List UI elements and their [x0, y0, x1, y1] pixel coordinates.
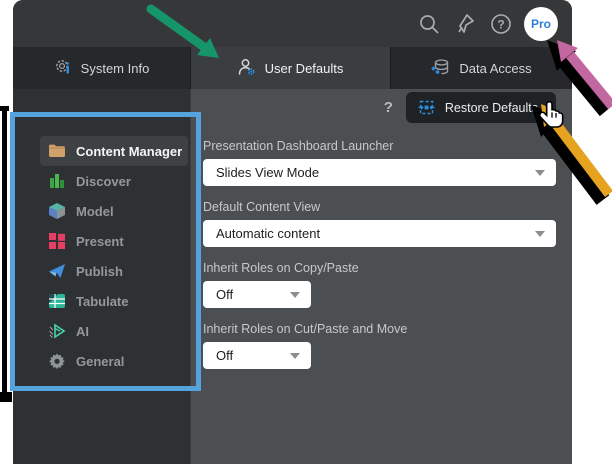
panel-toolbar: ? Restore Defaults [203, 92, 556, 123]
title-bar: ? Pro [13, 0, 572, 47]
tab-user-defaults[interactable]: User Defaults [190, 47, 390, 89]
sidebar-item-label: Publish [76, 264, 123, 279]
sidebar-item-label: Present [76, 234, 124, 249]
default-content-view-dropdown[interactable]: Automatic content [203, 220, 556, 247]
ai-icon [48, 322, 66, 340]
field-label: Inherit Roles on Cut/Paste and Move [203, 322, 556, 338]
sidebar-item-ai[interactable]: AI [40, 316, 188, 346]
sidebar-item-model[interactable]: Model [40, 196, 188, 226]
sidebar-item-tabulate[interactable]: Tabulate [40, 286, 188, 316]
tab-label: Data Access [459, 61, 531, 76]
folder-icon [48, 142, 66, 160]
sidebar-item-general[interactable]: General [40, 346, 188, 376]
grid-icon [48, 232, 66, 250]
sidebar-item-discover[interactable]: Discover [40, 166, 188, 196]
bar-chart-icon [48, 172, 66, 190]
inherit-roles-cut-paste-dropdown[interactable]: Off [203, 342, 311, 369]
dropdown-value: Off [216, 348, 233, 363]
sidebar-item-label: General [76, 354, 124, 369]
tab-system-info[interactable]: System Info [13, 47, 190, 89]
field-label: Default Content View [203, 200, 556, 216]
gear-info-icon [54, 58, 72, 79]
help-icon[interactable]: ? [488, 11, 513, 36]
settings-tab-bar: System Info User Defaults [13, 47, 572, 89]
dropdown-value: Slides View Mode [216, 165, 319, 180]
user-gear-icon [238, 58, 256, 79]
sidebar-item-content-manager[interactable]: Content Manager [40, 136, 188, 166]
gear-icon [48, 352, 66, 370]
sidebar-item-label: Content Manager [76, 144, 182, 159]
tab-label: System Info [81, 61, 150, 76]
highlight-shadow [0, 106, 9, 111]
dropdown-caret-icon [535, 231, 545, 237]
contextual-help-icon[interactable]: ? [384, 99, 393, 116]
admin-settings-dialog: ? Pro System Info [13, 0, 572, 464]
tab-label: User Defaults [265, 61, 344, 76]
user-defaults-panel: ? Restore Defaults Presentation Dashboar… [190, 89, 572, 464]
sidebar-item-label: AI [76, 324, 89, 339]
field-label: Presentation Dashboard Launcher [203, 139, 556, 155]
table-icon [48, 292, 66, 310]
search-icon[interactable] [416, 11, 441, 36]
dropdown-value: Automatic content [216, 226, 320, 241]
field-label: Inherit Roles on Copy/Paste [203, 261, 556, 277]
database-sync-icon [431, 58, 450, 79]
paper-plane-icon [48, 262, 66, 280]
dropdown-caret-icon [290, 353, 300, 359]
sidebar-item-label: Discover [76, 174, 131, 189]
sidebar-item-present[interactable]: Present [40, 226, 188, 256]
sidebar-item-publish[interactable]: Publish [40, 256, 188, 286]
pin-icon[interactable] [452, 11, 477, 36]
screenshot-root: { "header": { "pro_label": "Pro", "icons… [0, 0, 612, 464]
restore-icon [418, 99, 435, 116]
tab-data-access[interactable]: Data Access [390, 47, 572, 89]
dropdown-caret-icon [535, 170, 545, 176]
svg-text:?: ? [497, 17, 504, 31]
restore-defaults-button[interactable]: Restore Defaults [406, 92, 556, 123]
dropdown-value: Off [216, 287, 233, 302]
sidebar-item-label: Model [76, 204, 114, 219]
sidebar-item-label: Tabulate [76, 294, 129, 309]
settings-sidebar: Content Manager Discover Model Present [13, 89, 190, 464]
pro-user-avatar[interactable]: Pro [524, 7, 558, 41]
dropdown-caret-icon [290, 292, 300, 298]
pro-user-avatar-label: Pro [531, 17, 551, 31]
cube-icon [48, 202, 66, 220]
restore-defaults-label: Restore Defaults [445, 101, 538, 115]
highlight-shadow [0, 392, 12, 402]
inherit-roles-copy-paste-dropdown[interactable]: Off [203, 281, 311, 308]
title-bar-actions: ? Pro [416, 0, 558, 47]
sidebar-nav: Content Manager Discover Model Present [13, 89, 190, 376]
presentation-dashboard-launcher-dropdown[interactable]: Slides View Mode [203, 159, 556, 186]
highlight-shadow [2, 106, 7, 402]
